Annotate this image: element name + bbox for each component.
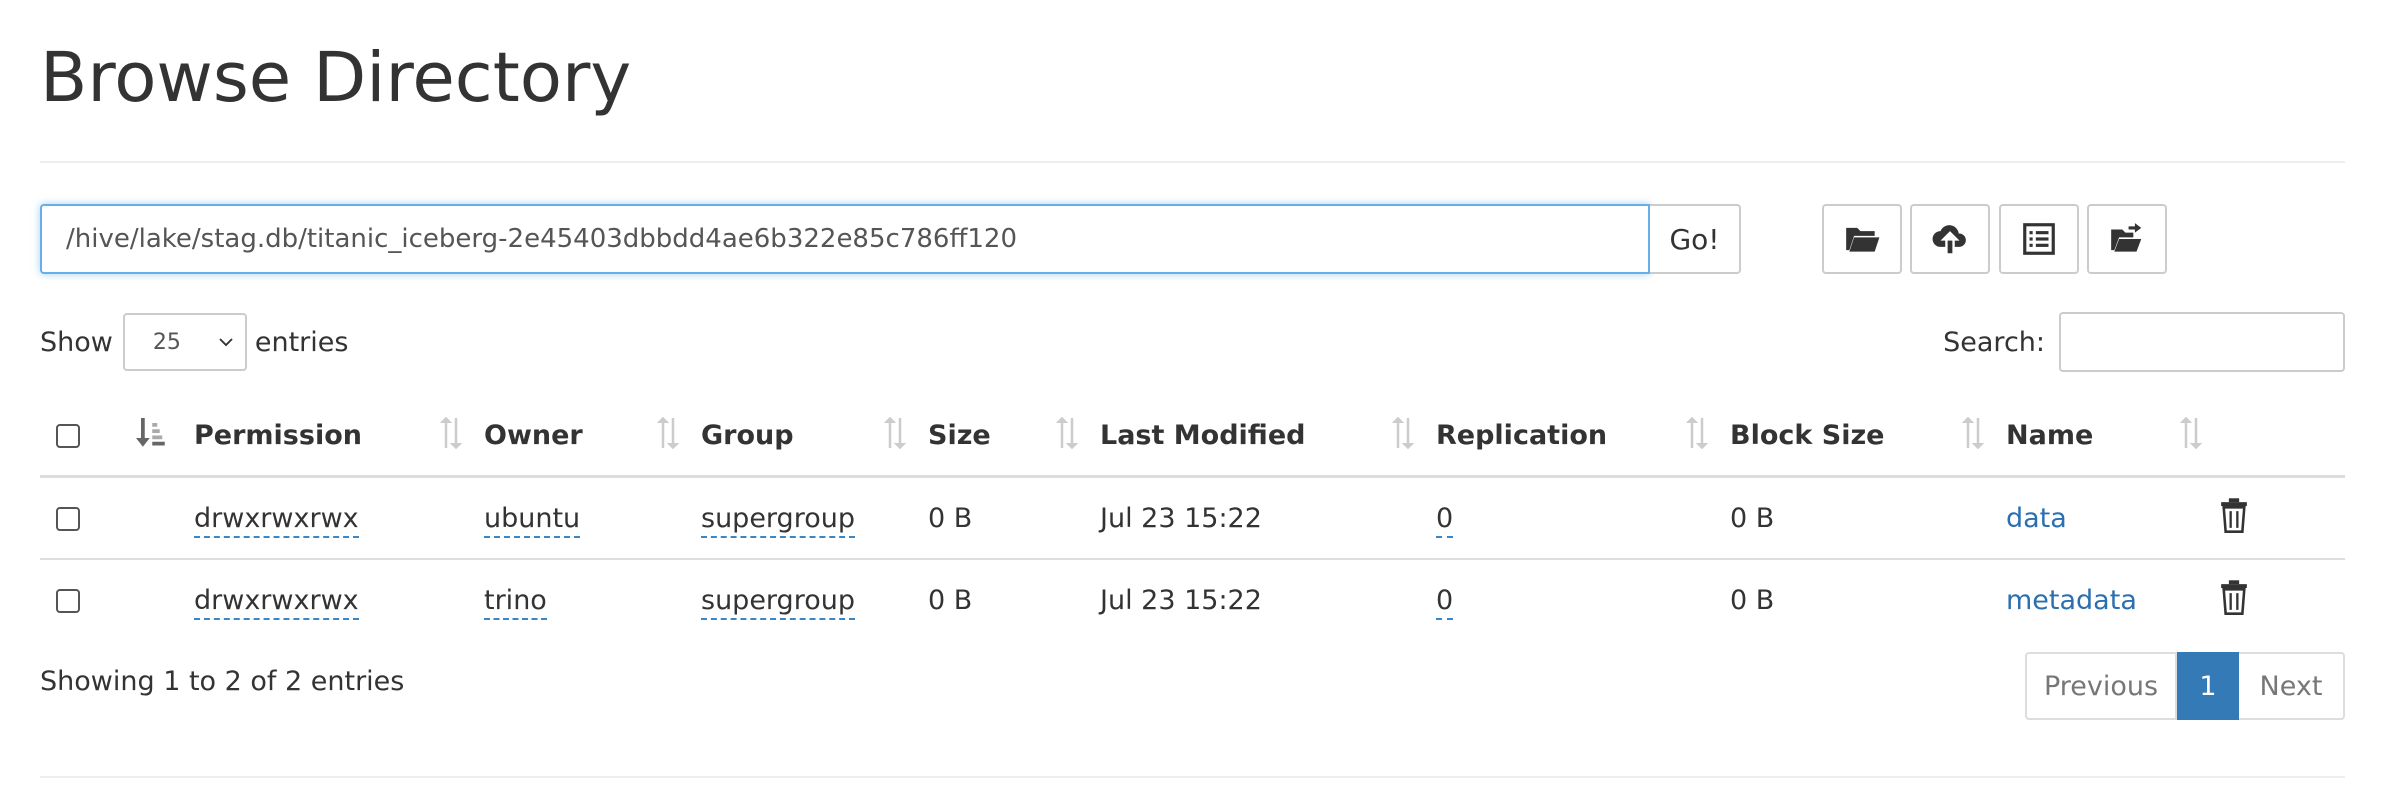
modified-cell: Jul 23 15:22 (1100, 476, 1436, 560)
sort-icon (2179, 416, 2203, 450)
next-page-button[interactable]: Next (2239, 652, 2345, 720)
header-size[interactable]: Size (928, 395, 1100, 478)
block-size-cell: 0 B (1730, 476, 2006, 560)
actions-cell (2218, 476, 2345, 560)
group-cell: supergroup (701, 476, 928, 560)
header-size-label: Size (928, 419, 991, 451)
group-value[interactable]: supergroup (701, 502, 855, 538)
table-header-row: Permission Owner Group Size Last Modifie… (40, 395, 2345, 478)
header-divider (40, 161, 2345, 163)
previous-page-button[interactable]: Previous (2025, 652, 2177, 720)
owner-cell: trino (484, 559, 701, 640)
pagination: Previous 1 Next (2025, 652, 2345, 720)
sort-icon (656, 416, 680, 450)
header-block-size-label: Block Size (1730, 419, 1885, 451)
header-actions (2218, 395, 2345, 478)
folder-move-icon (2111, 223, 2142, 252)
page-1-button[interactable]: 1 (2177, 652, 2239, 720)
trash-icon[interactable] (2218, 579, 2250, 615)
header-block-size[interactable]: Block Size (1730, 395, 2006, 478)
header-owner-label: Owner (484, 419, 583, 451)
cloud-upload-icon (1932, 225, 1966, 254)
replication-value[interactable]: 0 (1436, 584, 1454, 620)
select-all-checkbox[interactable] (56, 424, 80, 448)
sort-icon (1961, 416, 1985, 450)
table-row: drwxrwxrwx ubuntu supergroup 0 B Jul 23 … (40, 476, 2345, 560)
list-icon (2023, 223, 2055, 255)
row-checkbox[interactable] (56, 589, 80, 613)
header-last-modified-label: Last Modified (1100, 419, 1306, 451)
header-name-label: Name (2006, 419, 2094, 451)
group-cell: supergroup (701, 559, 928, 640)
replication-value[interactable]: 0 (1436, 502, 1454, 538)
directory-link[interactable]: metadata (2006, 585, 2137, 616)
replication-cell: 0 (1436, 476, 1730, 560)
length-menu: Show 25 entries (40, 312, 348, 372)
size-cell: 0 B (928, 584, 973, 616)
search-area: Search: (1943, 312, 2345, 372)
row-select-cell (40, 476, 136, 560)
permission-value[interactable]: drwxrwxrwx (194, 584, 359, 620)
owner-cell: ubuntu (484, 476, 701, 560)
actions-cell (2218, 559, 2345, 640)
header-owner[interactable]: Owner (484, 395, 701, 478)
go-button[interactable]: Go! (1650, 204, 1741, 274)
entries-per-page-select[interactable]: 25 (122, 313, 247, 371)
entries-label: entries (254, 326, 349, 358)
owner-value[interactable]: trino (484, 584, 547, 620)
sort-icon (439, 416, 463, 450)
group-value[interactable]: supergroup (701, 584, 855, 620)
owner-value[interactable]: ubuntu (484, 502, 581, 538)
permission-value[interactable]: drwxrwxrwx (194, 502, 359, 538)
upload-files-button[interactable] (1910, 204, 1990, 274)
sort-icon (883, 416, 907, 450)
path-bar: Go! (40, 204, 1741, 274)
show-label: Show (40, 326, 113, 358)
entries-per-page-value: 25 (152, 329, 181, 355)
header-name[interactable]: Name (2006, 395, 2218, 478)
permission-cell: drwxrwxrwx (194, 559, 484, 640)
footer-divider (40, 776, 2345, 778)
sort-icon (1685, 416, 1709, 450)
open-folder-icon (1846, 227, 1880, 252)
header-permission[interactable]: Permission (194, 395, 484, 478)
directory-link[interactable]: data (2006, 503, 2067, 534)
permission-cell: drwxrwxrwx (194, 476, 484, 560)
file-listing-table: Permission Owner Group Size Last Modifie… (40, 395, 2345, 640)
name-cell: metadata (2006, 559, 2218, 640)
select-all-cell (40, 395, 136, 478)
modified-cell: Jul 23 15:22 (1100, 584, 1262, 616)
spacer-cell (136, 559, 194, 640)
sort-icon (1055, 416, 1079, 450)
header-group[interactable]: Group (701, 395, 928, 478)
row-checkbox[interactable] (56, 507, 80, 531)
row-select-cell (40, 559, 136, 640)
size-cell: 0 B (928, 476, 1100, 560)
directory-path-input[interactable] (40, 204, 1650, 274)
name-cell: data (2006, 476, 2218, 560)
table-info: Showing 1 to 2 of 2 entries (40, 666, 405, 697)
spacer-cell (136, 476, 194, 560)
header-replication[interactable]: Replication (1436, 395, 1730, 478)
move-directory-button[interactable] (2087, 204, 2167, 274)
sort-column-header[interactable] (136, 395, 194, 478)
replication-cell: 0 (1436, 559, 1730, 640)
sort-amount-icon (136, 418, 165, 447)
cut-paste-button[interactable] (1999, 204, 2079, 274)
header-replication-label: Replication (1436, 419, 1608, 451)
page-title: Browse Directory (40, 38, 632, 118)
header-last-modified[interactable]: Last Modified (1100, 395, 1436, 478)
block-size-cell: 0 B (1730, 584, 1775, 616)
header-permission-label: Permission (194, 419, 362, 451)
sort-icon (1391, 416, 1415, 450)
create-directory-button[interactable] (1822, 204, 1902, 274)
search-label: Search: (1943, 326, 2045, 358)
table-row: drwxrwxrwx trino supergroup 0 B Jul 23 1… (40, 559, 2345, 640)
trash-icon[interactable] (2218, 497, 2250, 533)
search-input[interactable] (2059, 312, 2345, 372)
chevron-down-icon (219, 338, 233, 347)
header-group-label: Group (701, 419, 794, 451)
